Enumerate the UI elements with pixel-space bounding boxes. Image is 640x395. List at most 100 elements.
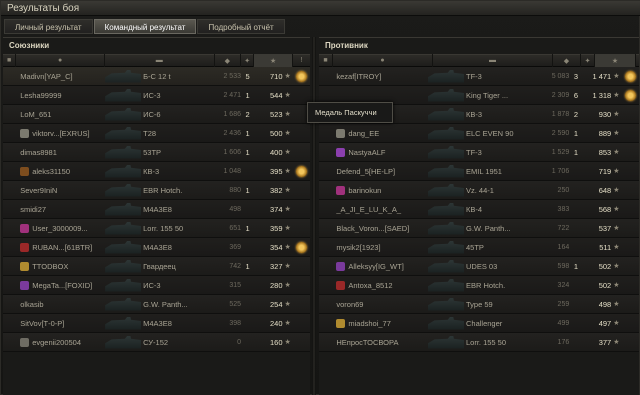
player-row[interactable]: barinokun Vz. 44-1 250 648 ★ <box>319 181 639 200</box>
xp-column[interactable]: ★ <box>254 54 294 67</box>
player-name-cell: Defend_5[HE-LP] <box>332 167 428 176</box>
tab-personal[interactable]: Личный результат <box>4 19 93 34</box>
medal-cell[interactable] <box>622 89 639 101</box>
player-row[interactable]: Antoxa_8512 EBR Hotch. 324 502 ★ <box>319 276 639 295</box>
damage-column[interactable]: ◆ <box>553 54 581 67</box>
player-row[interactable]: miadshoi_77 Challenger 499 497 ★ <box>319 314 639 333</box>
player-row[interactable]: dang_EE ELC EVEN 90 2 590 1 889 ★ <box>319 124 639 143</box>
player-row[interactable]: User_3000009... Lorr. 155 50 651 1 359 ★ <box>3 219 310 238</box>
player-row[interactable]: mysik2[1923] 45TP 164 511 ★ <box>319 238 639 257</box>
player-name-cell: НЕпросТОСВОРА <box>332 338 428 347</box>
medal-icon[interactable] <box>624 70 636 82</box>
player-row[interactable]: dimas8981 53TP 1 606 1 400 ★ <box>3 143 310 162</box>
kills-value: 2 <box>573 109 578 119</box>
player-row[interactable]: voron69 Type 59 259 498 ★ <box>319 295 639 314</box>
medal-icon[interactable] <box>295 70 307 82</box>
damage-value: 742 <box>229 262 241 270</box>
player-row[interactable]: LoM_651 ИС-6 1 686 2 523 ★ <box>3 105 310 124</box>
damage-column[interactable]: ◆ <box>215 54 241 67</box>
player-row[interactable]: kezaf[ITROY] TF-3 5 083 3 1 471 ★ <box>319 67 639 86</box>
kills-column[interactable]: ✦ <box>581 54 595 67</box>
player-row[interactable]: NastyaALF TF-3 1 529 1 853 ★ <box>319 143 639 162</box>
player-row[interactable]: Alleksyy[IG_WT] UDES 03 598 1 502 ★ <box>319 257 639 276</box>
player-row[interactable]: smidi27 M4A3E8 498 374 ★ <box>3 200 310 219</box>
player-name: Antoxa_8512 <box>348 280 393 290</box>
medal-icon[interactable] <box>295 165 307 177</box>
tank-name: G.W. Panth... <box>143 299 188 309</box>
kills-column[interactable]: ✦ <box>241 54 255 67</box>
tank-name: ELC EVEN 90 <box>465 128 514 138</box>
kills-value: 1 <box>573 147 578 157</box>
player-row[interactable]: Lesha99999 ИС-3 2 471 1 544 ★ <box>3 86 310 105</box>
tank-icon <box>427 126 464 140</box>
tank-cell: G.W. Panth... <box>105 297 214 311</box>
player-row[interactable]: olkasib G.W. Panth... 525 254 ★ <box>3 295 310 314</box>
player-icon: ● <box>380 57 385 64</box>
platform-column[interactable]: ■ <box>3 54 17 67</box>
damage-icon: ◆ <box>563 57 570 65</box>
medal-cell[interactable] <box>293 241 310 253</box>
player-row[interactable]: Madivn[YAP_C] Б-С 12 t 2 533 5 710 ★ <box>3 67 310 86</box>
tank-name: Type 59 <box>465 299 493 309</box>
kills-icon: ✦ <box>584 57 591 65</box>
player-row[interactable]: evgenii200504 СУ-152 0 160 ★ <box>3 333 310 352</box>
player-row[interactable]: RUBAN...[61BTR] M4A3E8 369 354 ★ <box>3 238 310 257</box>
star-icon: ★ <box>284 187 291 194</box>
star-icon: ★ <box>284 206 291 213</box>
player-name: Lesha99999 <box>20 90 62 100</box>
kills-value: 5 <box>245 71 250 81</box>
tank-cell: Lorr. 155 50 <box>105 221 214 235</box>
xp-value: 254 <box>270 299 283 309</box>
medal-cell[interactable] <box>293 165 310 177</box>
player-row[interactable]: aleks31150 КВ-3 1 048 395 ★ <box>3 162 310 181</box>
damage-value: 398 <box>229 319 241 327</box>
player-column[interactable]: ● <box>333 54 433 67</box>
tank-column[interactable]: ▬ <box>433 54 553 67</box>
star-icon: ★ <box>270 57 277 65</box>
xp-value: 377 <box>598 337 612 347</box>
tab-detailed[interactable]: Подробный отчёт <box>197 19 285 34</box>
clan-emblem-icon <box>336 147 346 157</box>
xp-value: 511 <box>599 242 612 252</box>
player-name: Alleksyy[IG_WT] <box>348 261 404 271</box>
tab-team[interactable]: Командный результат <box>93 19 197 34</box>
kills-icon: ✦ <box>244 57 251 65</box>
player-row[interactable]: viktorv...[EXRUS] T28 2 436 1 500 ★ <box>3 124 310 143</box>
tank-name: КВ-4 <box>465 204 483 214</box>
player-name: Black_Voron...[SAED] <box>336 223 410 233</box>
medal-icon[interactable] <box>295 241 307 253</box>
tank-name: G.W. Panth... <box>465 223 511 233</box>
player-row[interactable]: НЕпросТОСВОРА Lorr. 155 50 176 377 ★ <box>319 333 639 352</box>
player-name: Madivn[YAP_C] <box>20 71 73 81</box>
player-name: LoM_651 <box>20 109 52 119</box>
player-row[interactable]: TTODBOX Гвардеец 742 1 327 ★ <box>3 257 310 276</box>
medal-cell[interactable] <box>293 70 310 82</box>
player-row[interactable]: Defend_5[HE-LP] EMIL 1951 1 706 719 ★ <box>319 162 639 181</box>
player-row[interactable]: Black_Voron...[SAED] G.W. Panth... 722 537 ★ <box>319 219 639 238</box>
medal-column[interactable]: ! <box>293 54 310 67</box>
star-icon: ★ <box>613 111 620 118</box>
player-name-cell: kezaf[ITROY] <box>332 72 428 81</box>
tank-icon <box>105 164 142 178</box>
player-row[interactable]: Sever9IniN EBR Hotch. 880 1 382 ★ <box>3 181 310 200</box>
clan-emblem-icon <box>20 337 30 347</box>
tank-column[interactable]: ▬ <box>105 54 215 67</box>
damage-value: 369 <box>229 243 241 251</box>
player-row[interactable]: MegaTa...[FOXID] ИС-3 315 280 ★ <box>3 276 310 295</box>
medal-column[interactable] <box>636 54 639 67</box>
medal-cell[interactable] <box>622 70 639 82</box>
xp-value: 1 471 <box>592 71 612 81</box>
platform-column[interactable]: ■ <box>319 54 333 67</box>
medal-icon[interactable] <box>624 89 636 101</box>
damage-value: 1 686 <box>223 110 241 118</box>
player-row[interactable]: SitVov[Т-0-Р] M4A3E8 398 240 ★ <box>3 314 310 333</box>
xp-column[interactable]: ★ <box>595 54 636 67</box>
player-row[interactable]: _A_JI_E_LU_K_A_ КВ-4 383 568 ★ <box>319 200 639 219</box>
player-name-cell: Alleksyy[IG_WT] <box>332 261 428 271</box>
damage-value: 1 878 <box>551 110 570 118</box>
damage-value: 598 <box>557 262 570 270</box>
star-icon: ★ <box>284 111 291 118</box>
tank-cell: EMIL 1951 <box>427 164 543 178</box>
player-column[interactable]: ● <box>16 54 106 67</box>
tank-cell: 45TP <box>427 240 543 254</box>
